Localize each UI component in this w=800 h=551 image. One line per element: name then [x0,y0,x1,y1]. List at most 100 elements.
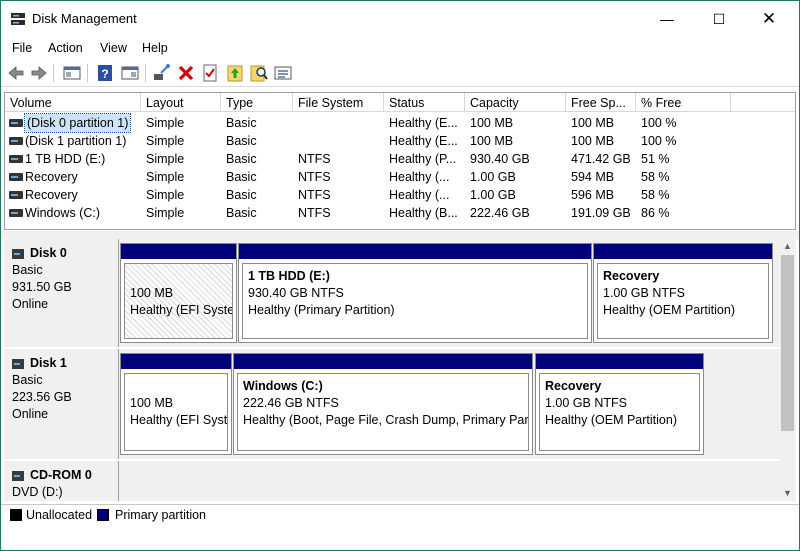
pane-splitter[interactable] [1,231,799,239]
partition-size: 1.00 GB NTFS [603,286,685,300]
details-icon[interactable] [273,63,293,83]
partition-name: Windows (C:) [243,379,323,393]
disk-size: 223.56 GB [12,390,72,404]
column-header-type[interactable]: Type [221,93,293,112]
volume-cell-capacity: 1.00 GB [470,188,516,202]
partition-name: 1 TB HDD (E:) [248,269,330,283]
check-icon[interactable] [200,63,220,83]
column-header-layout[interactable]: Layout [141,93,221,112]
volume-cell-fs: NTFS [298,170,331,184]
disk-size: 931.50 GB [12,280,72,294]
partition-recovery[interactable]: Recovery 1.00 GB NTFS Healthy (OEM Parti… [535,353,704,455]
delete-icon[interactable] [176,63,196,83]
scroll-down-icon[interactable]: ▼ [779,486,796,501]
disk-management-app-icon [11,13,25,25]
volume-cell-type: Basic [226,152,257,166]
volume-row[interactable]: Recovery Simple Basic NTFS Healthy (... 1.00 … [5,168,795,186]
volume-cell-type: Basic [226,170,257,184]
volume-cell-fs: NTFS [298,206,331,220]
graphical-view-scrollbar[interactable]: ▲ ▼ [779,239,796,501]
volume-cell-fs: NTFS [298,188,331,202]
volume-cell-status: Healthy (B... [389,206,458,220]
rescan-icon[interactable] [225,63,245,83]
menu-action[interactable]: Action [48,41,83,55]
volume-icon [9,173,23,181]
partition-size: 930.40 GB NTFS [248,286,344,300]
disk-1-label[interactable]: Disk 1 Basic 223.56 GB Online [4,349,119,459]
partition-status: Healthy (OEM Partition) [545,413,677,427]
legend-primary-partition: Primary partition [115,508,206,522]
search-icon[interactable] [249,63,269,83]
volume-cell-layout: Simple [146,116,185,130]
maximize-button[interactable]: ☐ [696,1,742,37]
volume-row[interactable]: Windows (C:) Simple Basic NTFS Healthy (B...… [5,204,795,222]
volume-cell-type: Basic [226,116,257,130]
column-header-capacity[interactable]: Capacity [465,93,566,112]
properties-icon[interactable] [120,63,140,83]
partition-bar [121,244,236,259]
partition-body: Recovery 1.00 GB NTFS Healthy (OEM Parti… [597,263,769,339]
menu-file[interactable]: File [12,41,32,55]
partition-efi[interactable]: 100 MB Healthy (EFI System Partition) [120,353,232,455]
toolbar-separator [53,64,54,82]
menu-view[interactable]: View [100,41,127,55]
column-header-free-space[interactable]: Free Sp... [566,93,636,112]
primary-partition-swatch [97,509,109,521]
partition-body: 100 MB Healthy (EFI System Partition) [124,373,228,451]
back-icon[interactable] [6,63,26,83]
disk-0-partitions: 100 MB Healthy (EFI System Partition) 1 … [119,239,780,347]
volume-row[interactable]: Recovery Simple Basic NTFS Healthy (... 1.00 … [5,186,795,204]
partition-windows[interactable]: Windows (C:) 222.46 GB NTFS Healthy (Boo… [233,353,533,455]
partition-body: Windows (C:) 222.46 GB NTFS Healthy (Boo… [237,373,529,451]
partition-body: Recovery 1.00 GB NTFS Healthy (OEM Parti… [539,373,700,451]
partition-bar [234,354,532,369]
forward-icon[interactable] [29,63,49,83]
disk-management-window: Disk Management — ☐ ✕ File Action View H… [0,0,800,551]
console-tree-icon[interactable] [62,63,82,83]
volume-row[interactable]: 1 TB HDD (E:) Simple Basic NTFS Healthy (P..… [5,150,795,168]
connect-icon[interactable] [152,63,172,83]
volume-cell-volume: (Disk 0 partition 1) [23,113,132,133]
volume-cell-status: Healthy (E... [389,116,458,130]
menu-help[interactable]: Help [142,41,168,55]
column-header-status[interactable]: Status [384,93,465,112]
partition-status: Healthy (EFI System Partition) [130,303,232,317]
column-header-volume[interactable]: Volume [5,93,141,112]
scrollbar-thumb[interactable] [781,255,794,431]
disk-type: DVD (D:) [12,485,63,499]
volume-cell-pct: 58 % [641,170,670,184]
column-header-file-system[interactable]: File System [293,93,384,112]
partition-recovery[interactable]: Recovery 1.00 GB NTFS Healthy (OEM Parti… [593,243,773,343]
disk-0-label[interactable]: Disk 0 Basic 931.50 GB Online [4,239,119,347]
volume-cell-status: Healthy (... [389,170,450,184]
partition-bar [121,354,231,369]
volume-icon [9,209,23,217]
minimize-button[interactable]: — [644,1,690,37]
partition-1tb-hdd[interactable]: 1 TB HDD (E:) 930.40 GB NTFS Healthy (Pr… [238,243,592,343]
volume-cell-free: 471.42 GB [571,152,631,166]
volume-row[interactable]: (Disk 0 partition 1) Simple Basic Healthy (… [5,113,795,133]
volume-cell-capacity: 100 MB [470,116,514,130]
cdrom-0-label[interactable]: CD-ROM 0 DVD (D:) [4,461,119,501]
volume-cell-layout: Simple [146,206,185,220]
disk-0-row: Disk 0 Basic 931.50 GB Online 100 MB Hea… [4,239,780,347]
disk-name: Disk 1 [30,356,67,370]
volume-cell-status: Healthy (E... [389,134,458,148]
volume-cell-free: 191.09 GB [571,206,631,220]
volume-cell-layout: Simple [146,152,185,166]
volume-cell-type: Basic [226,134,257,148]
volume-cell-capacity: 100 MB [470,134,514,148]
close-button[interactable]: ✕ [746,1,792,37]
scroll-up-icon[interactable]: ▲ [779,239,796,254]
partition-efi[interactable]: 100 MB Healthy (EFI System Partition) [120,243,237,343]
help-icon[interactable]: ? [95,63,115,83]
disk-1-partitions: 100 MB Healthy (EFI System Partition) Wi… [119,349,780,459]
volume-cell-layout: Simple [146,188,185,202]
volume-icon [9,191,23,199]
hard-disk-icon [12,248,24,259]
volume-row[interactable]: (Disk 1 partition 1) Simple Basic Healthy (… [5,132,795,150]
column-header-percent-free[interactable]: % Free [636,93,731,112]
partition-size: 222.46 GB NTFS [243,396,339,410]
volume-cell-status: Healthy (P... [389,152,457,166]
partition-bar [536,354,703,369]
